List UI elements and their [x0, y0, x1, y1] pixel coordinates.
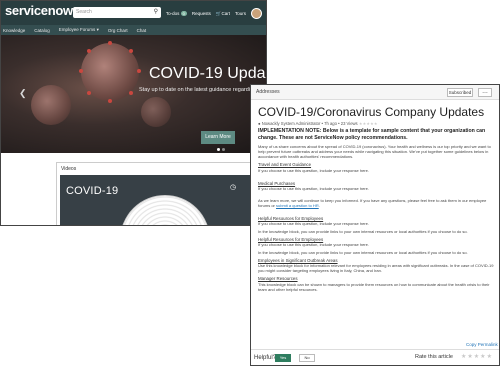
section-text: This knowledge block can be shown to man…: [258, 281, 490, 292]
portal-menu: Knowledge Catalog Employee Forums ▾ Org …: [1, 25, 266, 35]
subscribe-button[interactable]: Subscribed: [447, 88, 473, 97]
learn-more-button[interactable]: Learn More: [201, 131, 235, 144]
menu-item-employee-forums[interactable]: Employee Forums ▾: [59, 27, 99, 33]
rating-stars[interactable]: ★ ★ ★ ★ ★: [461, 353, 492, 360]
star-icon[interactable]: ★: [474, 353, 479, 360]
section-text: In the knowledge block, you can provide …: [258, 229, 468, 235]
clock-icon: ◷: [230, 184, 237, 191]
copy-permalink-link[interactable]: Copy Permalink: [466, 342, 498, 347]
breadcrumb[interactable]: Addresses: [256, 89, 280, 95]
virus-image: [79, 41, 141, 103]
menu-item-chat[interactable]: Chat: [137, 28, 147, 33]
requests-link[interactable]: Requests: [192, 11, 211, 16]
yes-button[interactable]: Yes: [275, 354, 291, 362]
section-text: If you choose to use this question, incl…: [258, 221, 369, 227]
rate-label: Rate this article: [415, 354, 453, 360]
tours-link[interactable]: Tours: [235, 11, 246, 16]
hero-subtitle: Stay up to date on the latest guidance r…: [139, 87, 263, 93]
virus-image: [31, 85, 71, 125]
star-icon[interactable]: ★: [467, 353, 472, 360]
videos-heading: Videos: [61, 166, 77, 172]
article-meta: ● Nowackly System Administrator • 7h ago…: [258, 121, 378, 126]
video-player[interactable]: COVID-19 ◷: [60, 175, 266, 225]
section-text: If you choose to use this question, incl…: [258, 167, 369, 173]
more-options-button[interactable]: …: [478, 88, 492, 97]
search-placeholder: Search: [76, 9, 92, 15]
article-body: IMPLEMENTATION NOTE: Below is a template…: [258, 128, 494, 295]
helpful-label: Helpful?: [254, 355, 277, 361]
videos-widget: Videos COVID-19 ◷: [56, 162, 266, 225]
star-icon[interactable]: ★: [461, 353, 466, 360]
search-input[interactable]: Search ⚲: [73, 7, 161, 18]
menu-item-catalog[interactable]: Catalog: [34, 28, 50, 33]
submit-question-link[interactable]: submit a question to HR: [276, 203, 319, 208]
star-icon[interactable]: ★: [480, 353, 485, 360]
hero-title: COVID-19 Upda: [149, 65, 266, 82]
author-icon: ●: [258, 121, 261, 126]
feedback-bar: Helpful? Yes No Rate this article ★ ★ ★ ★ ★: [251, 349, 499, 365]
todo-count-badge: 0: [180, 11, 187, 16]
carousel-prev-icon[interactable]: ❮: [19, 88, 27, 99]
implementation-note: IMPLEMENTATION NOTE: Below is a template…: [258, 128, 486, 141]
header-actions: To-dos 0 Requests 🛒Cart Tours: [166, 8, 262, 19]
video-title: COVID-19: [66, 185, 119, 197]
section-text: In the knowledge block, you can provide …: [258, 250, 468, 256]
avatar[interactable]: [251, 8, 262, 19]
menu-item-org-chart[interactable]: Org Chart: [108, 28, 128, 33]
section-text: Use this knowledge block for information…: [258, 263, 494, 274]
section-text: If you choose to use this question, incl…: [258, 242, 369, 248]
portal-header: servicenow Search ⚲ To-dos 0 Requests 🛒C…: [1, 1, 266, 25]
star-icon[interactable]: ★: [487, 353, 492, 360]
virus-image: [141, 97, 171, 127]
ask-paragraph: As we learn more, we will continue to ke…: [258, 197, 487, 208]
servicenow-logo[interactable]: servicenow: [5, 3, 73, 18]
no-button[interactable]: No: [299, 354, 315, 362]
portal-window: servicenow Search ⚲ To-dos 0 Requests 🛒C…: [0, 0, 267, 226]
intro-paragraph: Many of us share concerns about the spre…: [258, 144, 491, 160]
globe-illustration: [120, 195, 210, 225]
cart-link[interactable]: 🛒Cart: [216, 11, 230, 17]
hero-banner: ❮ COVID-19 Upda Stay up to date on the l…: [1, 35, 266, 153]
article-window: Addresses Subscribed … COVID-19/Coronavi…: [250, 84, 500, 366]
search-icon[interactable]: ⚲: [154, 8, 158, 15]
rating-stars-small: ★★★★★: [358, 121, 378, 126]
menu-item-knowledge[interactable]: Knowledge: [3, 28, 25, 33]
page-title: COVID-19/Coronavirus Company Updates: [258, 105, 485, 119]
todos-link[interactable]: To-dos 0: [166, 11, 187, 16]
section-text: If you choose to use this question, incl…: [258, 186, 369, 192]
article-header: Addresses Subscribed …: [251, 85, 499, 100]
carousel-dots[interactable]: [217, 148, 225, 151]
